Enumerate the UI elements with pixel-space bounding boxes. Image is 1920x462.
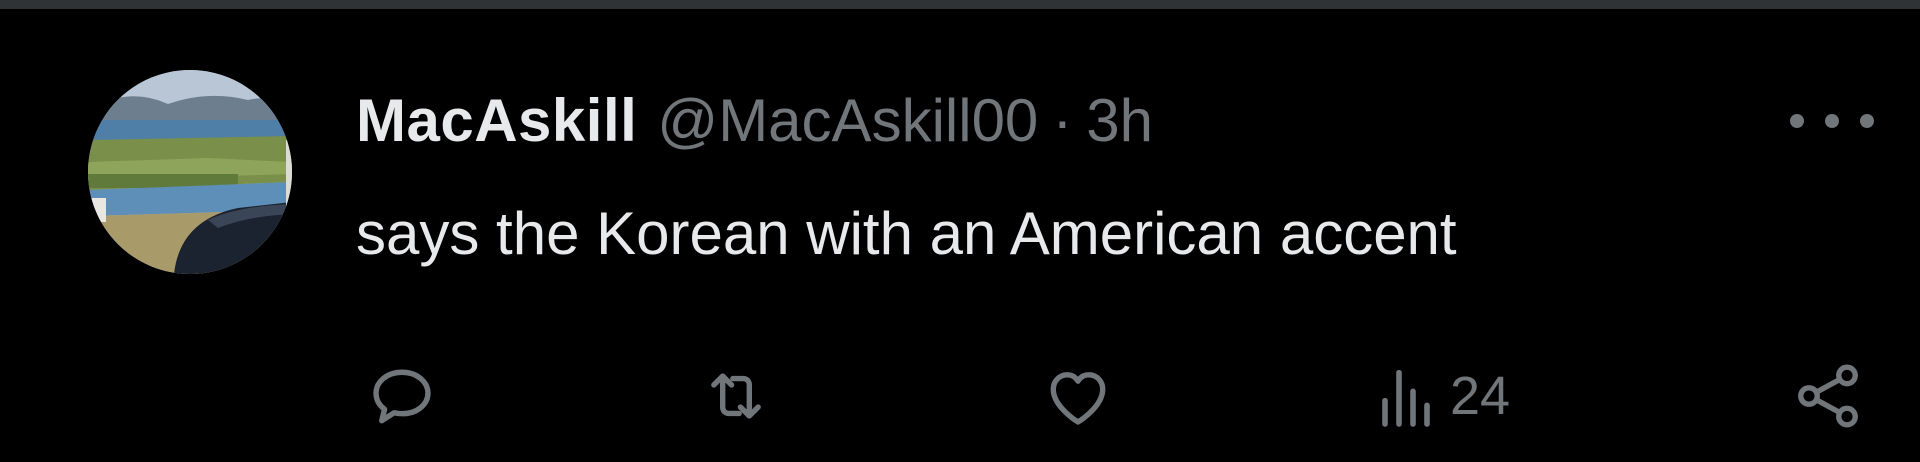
reply-icon [373, 369, 431, 424]
heart-icon [1050, 372, 1106, 425]
views-count: 24 [1450, 366, 1511, 426]
reply-button[interactable] [360, 358, 444, 434]
share-icon [1798, 364, 1858, 428]
more-horizontal-icon-dot [1860, 114, 1874, 128]
more-horizontal-icon [1790, 114, 1804, 128]
meta-separator: · [1052, 86, 1073, 154]
share-button[interactable] [1786, 358, 1870, 434]
retweet-icon [711, 373, 761, 419]
more-horizontal-icon-dot [1825, 114, 1839, 128]
top-divider [0, 0, 1920, 9]
more-options-button[interactable] [1790, 104, 1874, 138]
avatar-image [88, 70, 292, 274]
tweet-timestamp[interactable]: 3h [1086, 86, 1153, 155]
avatar[interactable] [88, 70, 292, 274]
author-display-name[interactable]: MacAskill [356, 86, 637, 155]
views-button[interactable]: 24 [1378, 358, 1510, 434]
like-button[interactable] [1036, 358, 1120, 434]
retweet-button[interactable] [688, 358, 784, 434]
tweet-text: says the Korean with an American accent [356, 200, 1457, 267]
tweet-header: MacAskill @MacAskill00 · 3h [356, 82, 1153, 158]
views-icon [1382, 369, 1430, 427]
author-handle[interactable]: @MacAskill00 [657, 86, 1038, 155]
